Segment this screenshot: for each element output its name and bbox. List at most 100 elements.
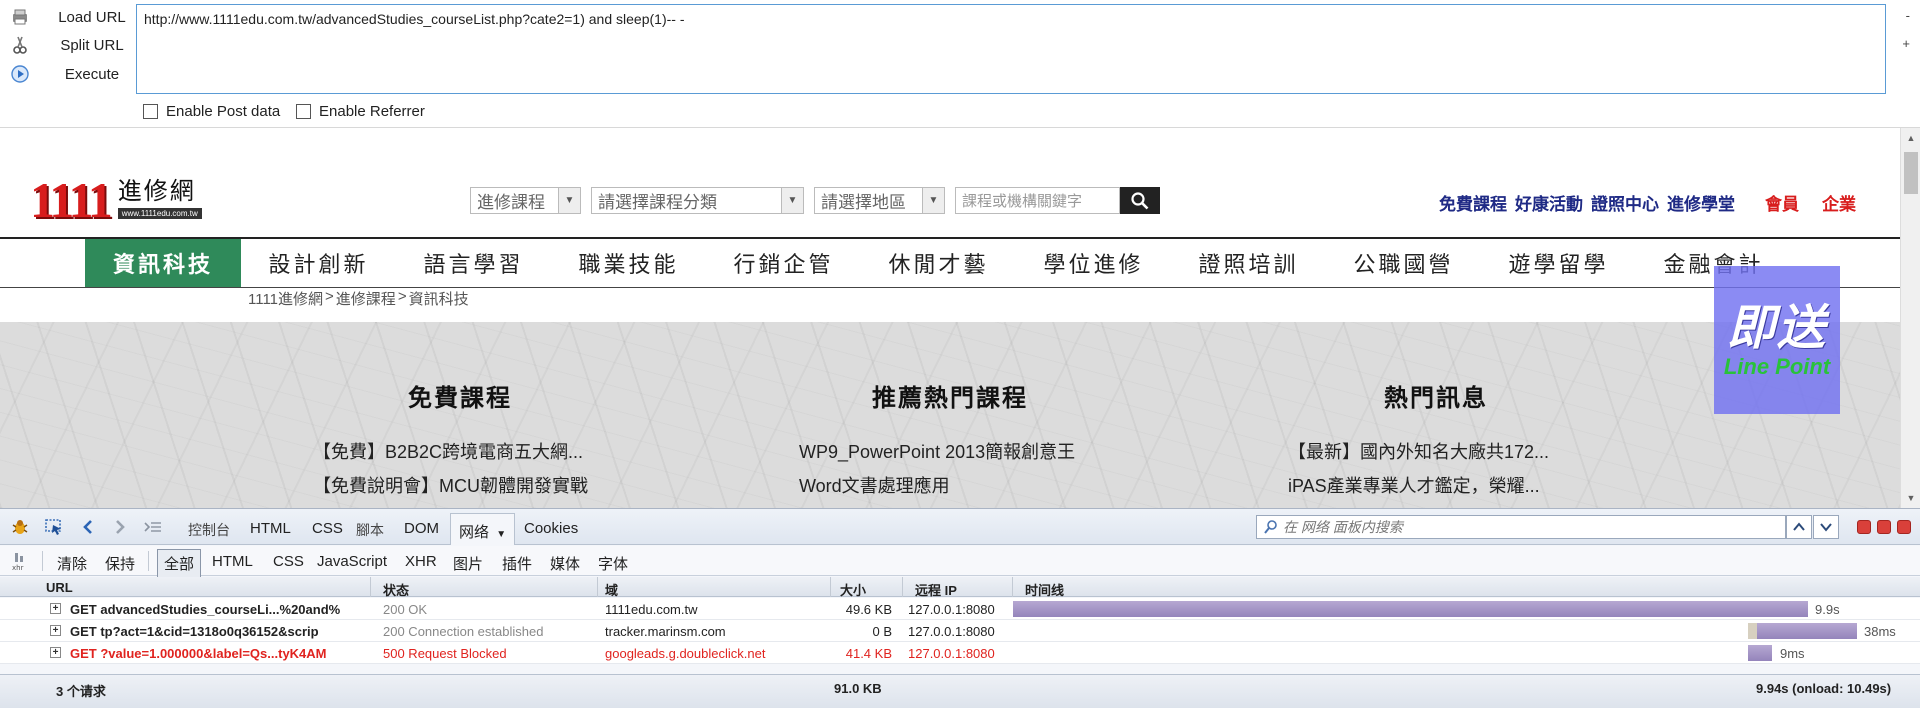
- col-status[interactable]: 状态: [383, 580, 409, 599]
- table-row[interactable]: + GET tp?act=1&cid=1318o0q36152&scrip 20…: [0, 620, 1920, 642]
- persist-button[interactable]: 保持: [105, 553, 135, 574]
- nav-item-study-abroad[interactable]: 遊學留學: [1481, 239, 1636, 287]
- close-icon[interactable]: [1897, 520, 1911, 534]
- top-link-enterprise[interactable]: 企業: [1822, 190, 1856, 215]
- tab-dom[interactable]: DOM: [404, 520, 439, 537]
- checkbox-box[interactable]: [143, 104, 158, 119]
- top-link-free-courses[interactable]: 免費課程: [1439, 190, 1507, 215]
- checkbox-box[interactable]: [296, 104, 311, 119]
- chevron-down-icon[interactable]: ▼: [922, 188, 944, 213]
- back-arrow-icon[interactable]: [78, 517, 98, 537]
- firebug-icon[interactable]: [10, 517, 30, 537]
- execute-button[interactable]: Execute: [10, 61, 142, 87]
- logo-text: 進修網: [117, 178, 196, 205]
- top-link-certificates[interactable]: 證照中心: [1591, 190, 1659, 215]
- site-search-button[interactable]: [1120, 187, 1160, 214]
- inspect-element-icon[interactable]: [44, 517, 64, 537]
- course-type-select[interactable]: 進修課程 ▼: [470, 187, 581, 214]
- page-scrollbar[interactable]: ▲ ▼: [1900, 128, 1920, 508]
- hot-course-link[interactable]: WP9_PowerPoint 2013簡報創意王: [799, 438, 1075, 464]
- region-select[interactable]: 請選擇地區 ▼: [814, 187, 945, 214]
- hot-course-link[interactable]: Word文書處理應用: [799, 472, 950, 498]
- tab-console[interactable]: 控制台: [188, 520, 230, 540]
- enable-post-data-checkbox[interactable]: Enable Post data: [143, 103, 280, 120]
- search-next-button[interactable]: [1813, 515, 1839, 539]
- col-size[interactable]: 大小: [840, 580, 866, 599]
- url-textarea[interactable]: http://www.1111edu.com.tw/advancedStudie…: [136, 4, 1886, 94]
- nav-item-degree[interactable]: 學位進修: [1016, 239, 1171, 287]
- nav-item-skills[interactable]: 職業技能: [551, 239, 706, 287]
- col-remote-ip[interactable]: 远程 IP: [915, 580, 957, 599]
- table-row[interactable]: + GET ?value=1.000000&label=Qs...tyK4AM …: [0, 642, 1920, 664]
- chevron-down-icon[interactable]: ▼: [558, 188, 580, 213]
- expand-icon[interactable]: +: [50, 625, 61, 636]
- tab-cookies[interactable]: Cookies: [524, 520, 578, 537]
- nav-item-marketing[interactable]: 行銷企管: [706, 239, 861, 287]
- top-link-academy[interactable]: 進修學堂: [1667, 190, 1735, 215]
- load-url-button[interactable]: Load URL: [10, 4, 142, 30]
- col-url[interactable]: URL: [46, 580, 73, 595]
- breadcrumb-courses[interactable]: 進修課程: [336, 288, 396, 309]
- network-table-header: URL 状态 域 大小 远程 IP 时间线: [0, 577, 1920, 599]
- site-logo[interactable]: 1111 進修網 www.1111edu.com.tw: [30, 175, 202, 225]
- request-size: 49.6 KB: [845, 602, 892, 617]
- request-domain: googleads.g.doubleclick.net: [605, 646, 766, 661]
- breadcrumb: 1111進修網 > 進修課程 > 資訊科技: [248, 288, 471, 309]
- line-point-promo[interactable]: 即送 Line Point: [1714, 266, 1840, 414]
- tab-html[interactable]: HTML: [250, 520, 291, 537]
- filter-fonts[interactable]: 字体: [598, 553, 628, 574]
- breadcrumb-home[interactable]: 1111進修網: [248, 288, 323, 309]
- chevron-down-icon[interactable]: ▼: [781, 188, 803, 213]
- hot-news-heading: 熱門訊息: [1384, 385, 1488, 412]
- enable-referrer-checkbox[interactable]: Enable Referrer: [296, 103, 425, 120]
- filter-all[interactable]: 全部: [157, 549, 202, 578]
- request-ip: 127.0.0.1:8080: [908, 624, 995, 639]
- table-row[interactable]: + GET advancedStudies_courseLi...%20and%…: [0, 598, 1920, 620]
- news-link[interactable]: iPAS產業專業人才鑑定，榮耀...: [1288, 472, 1540, 498]
- breadcrumb-current: 資訊科技: [408, 291, 469, 308]
- nav-item-civil-service[interactable]: 公職國營: [1326, 239, 1481, 287]
- search-prev-button[interactable]: [1786, 515, 1812, 539]
- nav-item-language[interactable]: 語言學習: [396, 239, 551, 287]
- tab-network-label: 网络: [459, 524, 490, 541]
- chevron-down-icon[interactable]: ▼: [496, 529, 506, 540]
- expand-button[interactable]: +: [1902, 36, 1910, 51]
- split-url-button[interactable]: Split URL: [10, 32, 142, 58]
- filter-javascript[interactable]: JavaScript: [317, 553, 387, 570]
- nav-item-leisure[interactable]: 休閒才藝: [861, 239, 1016, 287]
- hot-courses-heading: 推薦熱門課程: [872, 385, 1028, 412]
- scroll-up-icon[interactable]: ▲: [1901, 129, 1920, 147]
- scrollbar-thumb[interactable]: [1904, 152, 1918, 194]
- free-course-link[interactable]: 【免費】B2B2C跨境電商五大網...: [313, 438, 583, 464]
- keyword-search-input[interactable]: 課程或機構關鍵字: [955, 187, 1120, 214]
- tab-network[interactable]: 网络 ▼: [450, 513, 516, 545]
- filter-xhr[interactable]: XHR: [405, 553, 437, 570]
- nav-item-design[interactable]: 設計創新: [241, 239, 396, 287]
- shrink-button[interactable]: -: [1906, 8, 1910, 23]
- clear-button[interactable]: 清除: [57, 553, 87, 574]
- expand-icon[interactable]: +: [50, 603, 61, 614]
- top-link-member[interactable]: 會員: [1765, 190, 1799, 215]
- free-course-link[interactable]: 【免費說明會】MCU韌體開發實戰: [313, 472, 588, 498]
- nav-item-certification[interactable]: 證照培訓: [1171, 239, 1326, 287]
- filter-html[interactable]: HTML: [212, 553, 253, 570]
- news-link[interactable]: 【最新】國內外知名大廠共172...: [1288, 438, 1549, 464]
- forward-arrow-icon[interactable]: [110, 517, 130, 537]
- filter-images[interactable]: 图片: [453, 553, 483, 574]
- col-timeline[interactable]: 时间线: [1025, 580, 1064, 599]
- filter-plugins[interactable]: 插件: [502, 553, 532, 574]
- filter-css[interactable]: CSS: [273, 553, 304, 570]
- panel-search-input[interactable]: 在 网络 面板内搜索: [1256, 515, 1786, 539]
- col-domain[interactable]: 域: [605, 580, 618, 599]
- detach-icon[interactable]: [1877, 520, 1891, 534]
- filter-media[interactable]: 媒体: [550, 553, 580, 574]
- tab-script[interactable]: 腳本: [356, 520, 384, 540]
- tab-css[interactable]: CSS: [312, 520, 343, 537]
- scroll-down-icon[interactable]: ▼: [1901, 489, 1920, 507]
- command-line-icon[interactable]: [143, 517, 163, 537]
- minimize-icon[interactable]: [1857, 520, 1871, 534]
- expand-icon[interactable]: +: [50, 647, 61, 658]
- course-category-select[interactable]: 請選擇課程分類 ▼: [591, 187, 804, 214]
- nav-item-it[interactable]: 資訊科技: [85, 239, 241, 287]
- top-link-promotions[interactable]: 好康活動: [1515, 190, 1583, 215]
